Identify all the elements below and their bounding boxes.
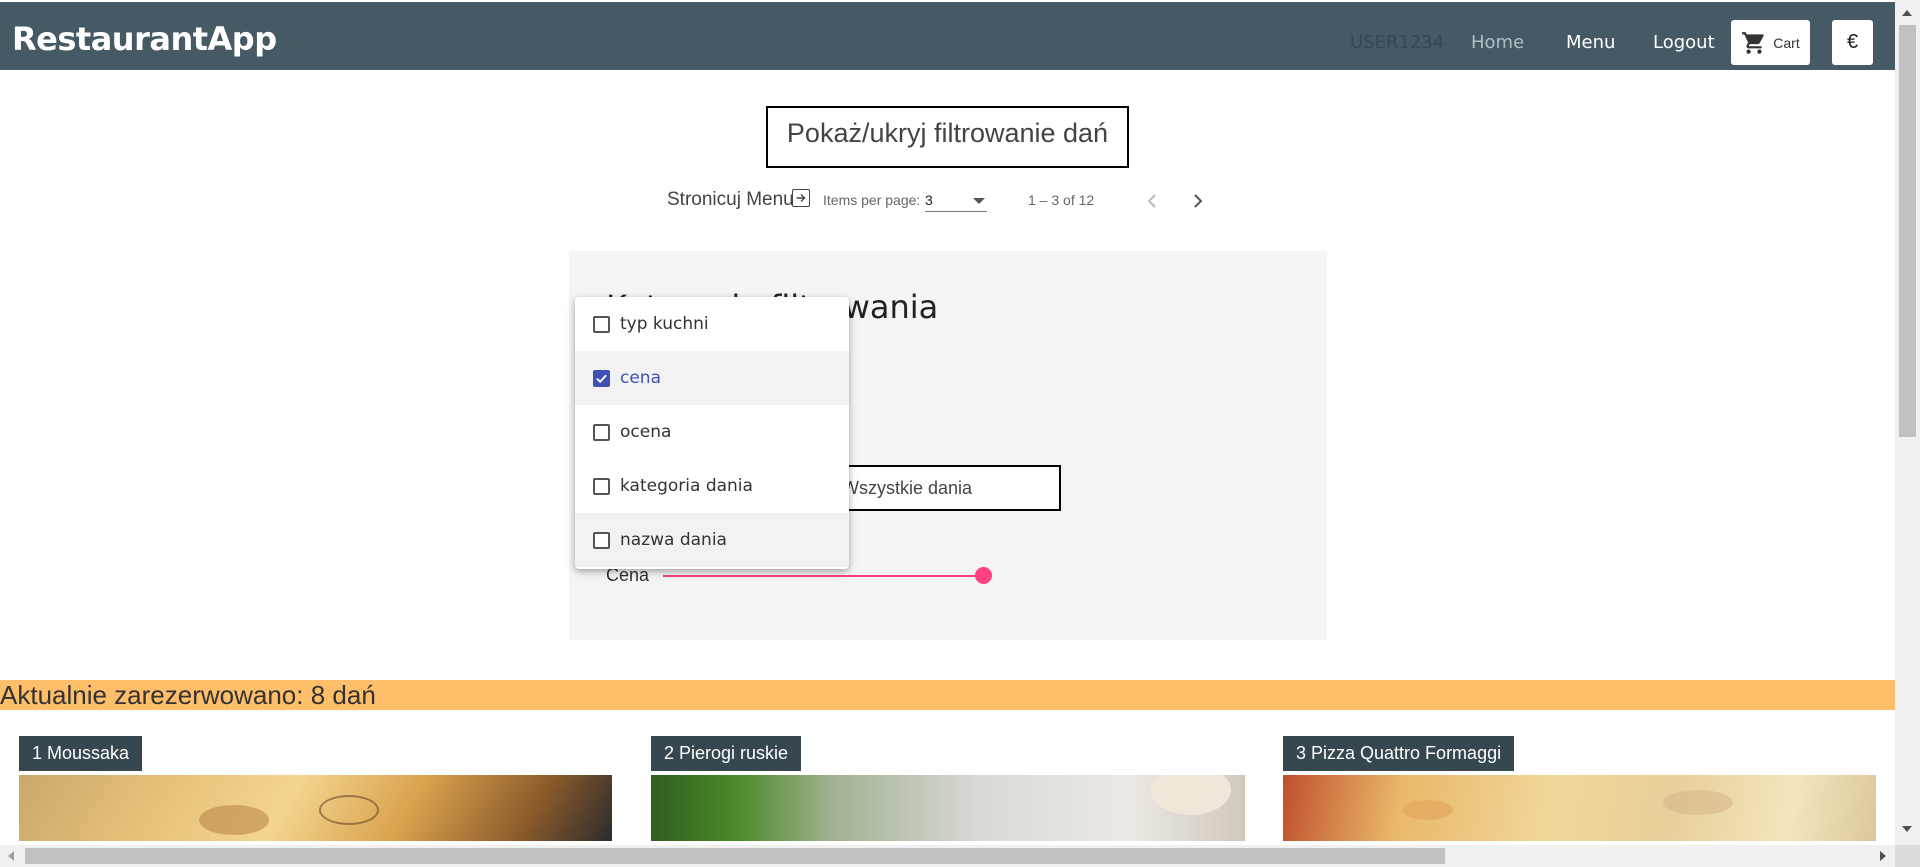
option-label: ocena: [620, 422, 672, 442]
checkbox[interactable]: [593, 423, 610, 441]
page: RestaurantApp USER1234 Home Menu Logout …: [0, 0, 1920, 867]
price-slider-track[interactable]: [663, 575, 983, 577]
price-slider-thumb[interactable]: [975, 567, 992, 584]
paginator-label: Stronicuj Menu: [667, 189, 794, 210]
next-page-button[interactable]: [1186, 189, 1210, 213]
dropdown-option-typ-kuchni[interactable]: typ kuchni: [575, 297, 849, 351]
checkbox[interactable]: [593, 477, 610, 495]
paginator-range: 1 – 3 of 12: [1028, 192, 1095, 208]
currency-button[interactable]: €: [1832, 20, 1873, 65]
items-per-page-label: Items per page:: [823, 192, 921, 208]
card-title[interactable]: 2 Pierogi ruskie: [651, 736, 802, 771]
previous-page-button[interactable]: [1140, 189, 1164, 213]
option-label: nazwa dania: [620, 530, 727, 550]
chevron-right-icon: [1194, 194, 1203, 208]
dish-image-pizza[interactable]: [1283, 775, 1876, 841]
scroll-down-arrow-icon[interactable]: [1902, 826, 1912, 832]
filter-category-dropdown: typ kuchni cena ocena kategoria dania na…: [575, 297, 849, 569]
toggle-filter-button[interactable]: Pokaż/ukryj filtrowanie dań: [766, 106, 1129, 168]
cart-button[interactable]: Cart: [1731, 20, 1810, 65]
dropdown-option-nazwa-dania[interactable]: nazwa dania: [575, 513, 849, 567]
option-label: cena: [620, 368, 661, 388]
dropdown-option-kategoria-dania[interactable]: kategoria dania: [575, 459, 849, 513]
reservation-banner: Aktualnie zarezerwowano: 8 dań: [0, 680, 1895, 710]
nav-logout-link[interactable]: Logout: [1653, 32, 1715, 53]
checkbox[interactable]: [593, 531, 610, 549]
nav-user[interactable]: USER1234: [1350, 32, 1444, 53]
card-title[interactable]: 3 Pizza Quattro Formaggi: [1283, 736, 1515, 771]
vertical-scrollbar[interactable]: [1895, 0, 1920, 845]
brand-logo[interactable]: RestaurantApp: [12, 20, 277, 58]
dish-image-moussaka[interactable]: [19, 775, 612, 841]
option-label: typ kuchni: [620, 314, 709, 334]
scroll-right-arrow-icon[interactable]: [1880, 851, 1886, 861]
dropdown-option-cena[interactable]: cena: [575, 351, 849, 405]
nav-home-link[interactable]: Home: [1471, 32, 1524, 53]
card-title[interactable]: 1 Moussaka: [19, 736, 143, 771]
option-label: kategoria dania: [620, 476, 753, 496]
scroll-left-arrow-icon[interactable]: [8, 851, 14, 861]
vertical-scroll-thumb[interactable]: [1899, 25, 1916, 437]
items-per-page-value: 3: [925, 192, 933, 208]
chevron-down-icon: [973, 198, 985, 204]
nav-menu-link[interactable]: Menu: [1566, 32, 1615, 53]
items-per-page-select[interactable]: 3: [925, 190, 987, 212]
paginate-toggle-icon[interactable]: [792, 189, 810, 207]
checkmark-icon: [596, 374, 607, 383]
dish-image-pierogi[interactable]: [651, 775, 1245, 841]
horizontal-scroll-thumb[interactable]: [25, 848, 1445, 864]
cart-icon: [1742, 31, 1765, 54]
horizontal-scrollbar[interactable]: [0, 845, 1895, 867]
cart-label: Cart: [1773, 34, 1800, 51]
navbar: RestaurantApp USER1234 Home Menu Logout …: [0, 2, 1895, 70]
scrollbar-corner: [1895, 845, 1920, 867]
checkbox[interactable]: [593, 315, 610, 333]
scroll-up-arrow-icon[interactable]: [1902, 10, 1912, 16]
chevron-left-icon: [1147, 194, 1156, 208]
checkbox-checked[interactable]: [593, 369, 610, 387]
dropdown-option-ocena[interactable]: ocena: [575, 405, 849, 459]
